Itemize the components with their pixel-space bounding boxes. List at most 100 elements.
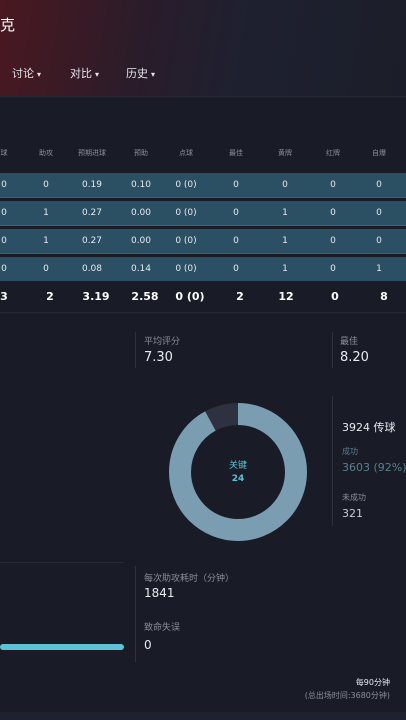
- divider: [0, 312, 406, 313]
- table-cell: 0.00: [130, 236, 152, 246]
- avg-rating-label: 平均评分: [144, 337, 181, 347]
- table-cell: 0: [1, 236, 7, 246]
- table-cell: 0: [43, 264, 49, 274]
- table-cell: 0: [1, 208, 7, 218]
- table-cell: 0.27: [81, 236, 103, 246]
- table-cell: 1: [376, 264, 382, 274]
- table-row[interactable]: 0 0 0.19 0.10 0 (0) 0 0 0 0: [0, 173, 406, 197]
- table-cell: 1: [43, 208, 49, 218]
- divider: [0, 96, 406, 97]
- best-rating-value: 8.20: [340, 350, 369, 365]
- table-cell: 0: [376, 208, 382, 218]
- divider: [332, 332, 333, 368]
- success-value: 3603 (92%): [342, 461, 406, 474]
- table-row[interactable]: 0 0 0.08 0.14 0 (0) 0 1 0 1: [0, 257, 406, 281]
- donut-svg: [169, 403, 307, 541]
- table-cell: 0: [233, 208, 239, 218]
- table-cell: 0: [233, 264, 239, 274]
- column-header: 球: [0, 149, 8, 157]
- column-header: 最佳: [229, 149, 243, 157]
- errors-value: 0: [144, 638, 152, 652]
- total-cell: 0 (0): [175, 290, 205, 303]
- table-cell: 0.14: [130, 264, 152, 274]
- table-cell: 0: [1, 180, 7, 190]
- table-cell: 1: [282, 208, 288, 218]
- table-totals-row: 3 2 3.19 2.58 0 (0) 2 12 0 8: [0, 284, 406, 310]
- avg-rating-value: 7.30: [144, 350, 173, 365]
- column-header: 预助: [134, 149, 148, 157]
- column-header: 黄牌: [278, 149, 292, 157]
- column-header: 点球: [179, 149, 193, 157]
- tab-compare-label: 对比: [70, 67, 92, 80]
- success-label: 成功: [342, 447, 358, 456]
- divider: [135, 566, 136, 662]
- table-cell: 1: [43, 236, 49, 246]
- total-cell: 2: [236, 290, 244, 303]
- donut-center-value: 24: [231, 474, 245, 484]
- donut-success-arc: [169, 403, 307, 541]
- progress-bar: [0, 644, 124, 650]
- total-cell: 0: [331, 290, 339, 303]
- total-cell: 12: [278, 290, 294, 303]
- table-cell: 0 (0): [175, 236, 197, 246]
- tab-history-label: 历史: [126, 67, 148, 80]
- fail-label: 未成功: [342, 493, 366, 502]
- table-cell: 0 (0): [175, 180, 197, 190]
- table-cell: 0: [330, 180, 336, 190]
- table-cell: 0: [1, 264, 7, 274]
- table-cell: 0.19: [81, 180, 103, 190]
- minutes-value: 1841: [144, 586, 175, 600]
- donut-center-label: 关键: [228, 461, 247, 471]
- table-cell: 0.27: [81, 208, 103, 218]
- tab-discussion-label: 讨论: [12, 67, 34, 80]
- total-cell: 3: [0, 290, 8, 303]
- tab-compare[interactable]: 对比 ▾: [70, 65, 99, 81]
- pass-donut-chart: 关键 24: [164, 398, 312, 546]
- column-header: 助攻: [39, 149, 53, 157]
- fail-value: 321: [342, 507, 363, 520]
- table-row[interactable]: 0 1 0.27 0.00 0 (0) 0 1 0 0: [0, 229, 406, 253]
- row-divider: [0, 225, 406, 226]
- table-cell: 0: [376, 236, 382, 246]
- table-cell: 0: [233, 180, 239, 190]
- table-cell: 0: [376, 180, 382, 190]
- table-cell: 0.00: [130, 208, 152, 218]
- chevron-down-icon: ▾: [95, 70, 100, 79]
- minutes-label: 每次助攻耗时（分钟）: [144, 574, 235, 584]
- table-cell: 0: [330, 208, 336, 218]
- divider: [332, 396, 333, 526]
- column-header: 红牌: [326, 149, 340, 157]
- best-rating-label: 最佳: [340, 337, 359, 347]
- table-cell: 0 (0): [175, 264, 197, 274]
- total-cell: 2: [46, 290, 54, 303]
- stats-table-header: 球 助攻 预期进球 预助 点球 最佳 黄牌 红牌 自爆: [0, 148, 406, 162]
- table-cell: 0: [330, 264, 336, 274]
- divider: [135, 332, 136, 368]
- player-name: 克: [0, 16, 16, 34]
- table-row[interactable]: 0 1 0.27 0.00 0 (0) 0 1 0 0: [0, 201, 406, 225]
- chevron-down-icon: ▾: [37, 70, 42, 79]
- progress-bar-fill: [0, 644, 124, 650]
- table-cell: 0: [233, 236, 239, 246]
- tab-discussion[interactable]: 讨论 ▾: [12, 65, 41, 81]
- row-divider: [0, 253, 406, 254]
- total-cell: 3.19: [82, 290, 110, 303]
- per90-label: 每90分钟: [355, 678, 390, 687]
- chevron-down-icon: ▾: [151, 70, 156, 79]
- table-cell: 0: [330, 236, 336, 246]
- column-header: 预期进球: [78, 149, 106, 157]
- errors-label: 致命失误: [144, 623, 181, 633]
- player-header: 克 讨论 ▾ 对比 ▾ 历史 ▾: [0, 0, 406, 96]
- table-cell: 0: [282, 180, 288, 190]
- tab-history[interactable]: 历史 ▾: [126, 65, 155, 81]
- table-cell: 0: [43, 180, 49, 190]
- total-passes: 3924 传球: [342, 421, 396, 434]
- column-header: 自爆: [372, 149, 386, 157]
- table-cell: 1: [282, 236, 288, 246]
- total-time-label: (总出场时间:3680分钟): [304, 691, 390, 700]
- table-cell: 0 (0): [175, 208, 197, 218]
- total-cell: 8: [380, 290, 388, 303]
- table-cell: 0.10: [130, 180, 152, 190]
- bottom-section-edge: [0, 712, 406, 720]
- divider: [0, 562, 124, 563]
